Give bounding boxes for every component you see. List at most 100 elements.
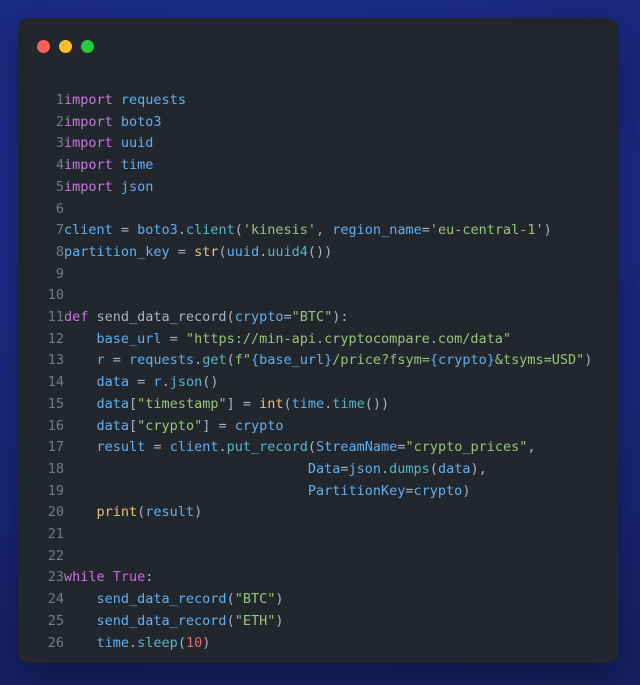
line-number: 13 — [47, 352, 64, 369]
token-pun: ( — [218, 243, 227, 260]
token-str: "timestamp" — [137, 395, 227, 412]
token-mth: time — [332, 395, 365, 412]
line-source[interactable] — [64, 285, 592, 307]
token-pun: , — [316, 222, 333, 239]
token-kw: while — [64, 569, 105, 586]
token-mth: uuid4 — [267, 243, 308, 260]
token-var: send_data_record — [96, 612, 227, 629]
token-str: "https://min-api.cryptocompare.com/data" — [185, 330, 512, 347]
token-pun: : — [145, 569, 154, 586]
line-number: 24 — [47, 591, 64, 608]
line-source[interactable] — [64, 264, 592, 286]
token-pun — [64, 635, 97, 651]
token-pun — [113, 157, 121, 173]
token-pun — [64, 352, 97, 368]
token-var: json — [120, 178, 154, 195]
token-pun — [105, 569, 113, 585]
line-source[interactable]: import boto3 — [64, 112, 592, 134]
code-line: 7 client = boto3.client('kinesis', region… — [18, 220, 592, 242]
token-var: StreamName — [316, 439, 398, 456]
line-source[interactable] — [64, 546, 592, 568]
line-source[interactable]: time.sleep(10) — [64, 633, 592, 655]
token-var: data — [96, 374, 130, 391]
code-line: 16 data["crypto"] = crypto — [18, 416, 592, 438]
token-bif: str — [194, 243, 219, 260]
token-var: uuid — [226, 243, 260, 260]
token-pun: send_data_record( — [88, 309, 235, 326]
token-var: boto3 — [137, 222, 178, 239]
minimize-window-button[interactable] — [59, 39, 72, 53]
line-source[interactable]: def send_data_record(crypto="BTC"): — [64, 307, 592, 329]
token-mth: get — [202, 352, 227, 369]
token-kw: import — [64, 113, 113, 130]
code-line: 17 result = client.put_record(StreamName… — [18, 437, 592, 459]
token-pun: ()) — [307, 243, 333, 260]
token-mth: sleep — [137, 634, 178, 651]
token-pun — [64, 613, 97, 629]
line-source[interactable]: data = r.json() — [64, 372, 592, 394]
token-pun: ) — [275, 591, 284, 608]
line-number: 23 — [47, 569, 64, 586]
line-number: 8 — [55, 243, 64, 260]
code-line: 19 PartitionKey=crypto) — [18, 481, 592, 503]
line-source[interactable] — [64, 524, 592, 546]
line-number: 20 — [47, 504, 64, 521]
token-cst: True — [112, 569, 146, 586]
token-pun — [113, 114, 121, 130]
line-source[interactable]: import uuid — [64, 133, 592, 155]
line-number: 4 — [55, 157, 64, 174]
token-var: r — [153, 374, 162, 391]
maximize-window-button[interactable] — [81, 39, 94, 53]
token-var: crypto — [413, 482, 463, 499]
token-pun: ), — [470, 460, 487, 477]
token-var: requests — [120, 92, 186, 108]
close-window-button[interactable] — [37, 39, 50, 53]
line-source[interactable]: PartitionKey=crypto) — [64, 481, 592, 503]
line-number: 16 — [47, 417, 64, 434]
line-source[interactable]: import json — [64, 177, 592, 199]
code-line: 23 while True: — [18, 567, 592, 589]
code-editor[interactable]: 1 import requests 2 import boto3 3 import uui… — [18, 74, 618, 654]
line-source[interactable]: base_url = "https://min-api.cryptocompar… — [64, 329, 592, 351]
line-source[interactable]: while True: — [64, 567, 592, 589]
code-line: 10 — [18, 285, 592, 307]
code-window: 1 import requests 2 import boto3 3 import uui… — [18, 18, 618, 663]
line-source[interactable]: send_data_record("BTC") — [64, 589, 592, 611]
line-source[interactable]: print(result) — [64, 502, 592, 524]
token-var: time — [291, 395, 325, 412]
code-line: 6 — [18, 199, 592, 221]
line-number: 18 — [47, 460, 64, 477]
line-number: 9 — [55, 265, 64, 282]
line-source[interactable]: data["crypto"] = crypto — [64, 416, 592, 438]
line-source[interactable]: r = requests.get(f"{base_url}/price?fsym… — [64, 350, 593, 372]
line-source[interactable]: import requests — [64, 90, 592, 112]
window-titlebar — [18, 18, 618, 74]
token-var: send_data_record — [96, 591, 227, 608]
code-line: 13 r = requests.get(f"{base_url}/price?f… — [18, 350, 593, 372]
token-pun: ] = — [202, 417, 235, 434]
line-source[interactable]: client = boto3.client('kinesis', region_… — [64, 220, 592, 242]
token-pun: [ — [129, 395, 138, 412]
line-number: 1 — [55, 92, 64, 108]
line-source[interactable]: partition_key = str(uuid.uuid4()) — [64, 242, 592, 264]
line-source[interactable]: data["timestamp"] = int(time.time()) — [64, 394, 592, 416]
token-var: {base_url} — [251, 352, 333, 369]
token-var: result — [145, 504, 195, 521]
line-source[interactable]: result = client.put_record(StreamName="c… — [64, 437, 592, 459]
line-number: 10 — [47, 287, 64, 304]
line-source[interactable]: import time — [64, 155, 592, 177]
code-line: 24 send_data_record("BTC") — [18, 589, 592, 611]
token-pun: . — [218, 439, 227, 456]
line-source[interactable]: Data=json.dumps(data), — [64, 459, 592, 481]
token-pun: ( — [283, 395, 292, 412]
token-pun — [64, 591, 97, 607]
token-var: data — [437, 460, 471, 477]
line-source[interactable]: send_data_record("ETH") — [64, 611, 592, 633]
token-num: 10 — [185, 634, 203, 651]
token-bif: print — [96, 504, 138, 521]
line-number: 6 — [55, 200, 64, 217]
line-number: 25 — [47, 612, 64, 629]
line-source[interactable] — [64, 199, 592, 221]
token-pun: = — [112, 222, 138, 239]
code-line: 22 — [18, 546, 592, 568]
